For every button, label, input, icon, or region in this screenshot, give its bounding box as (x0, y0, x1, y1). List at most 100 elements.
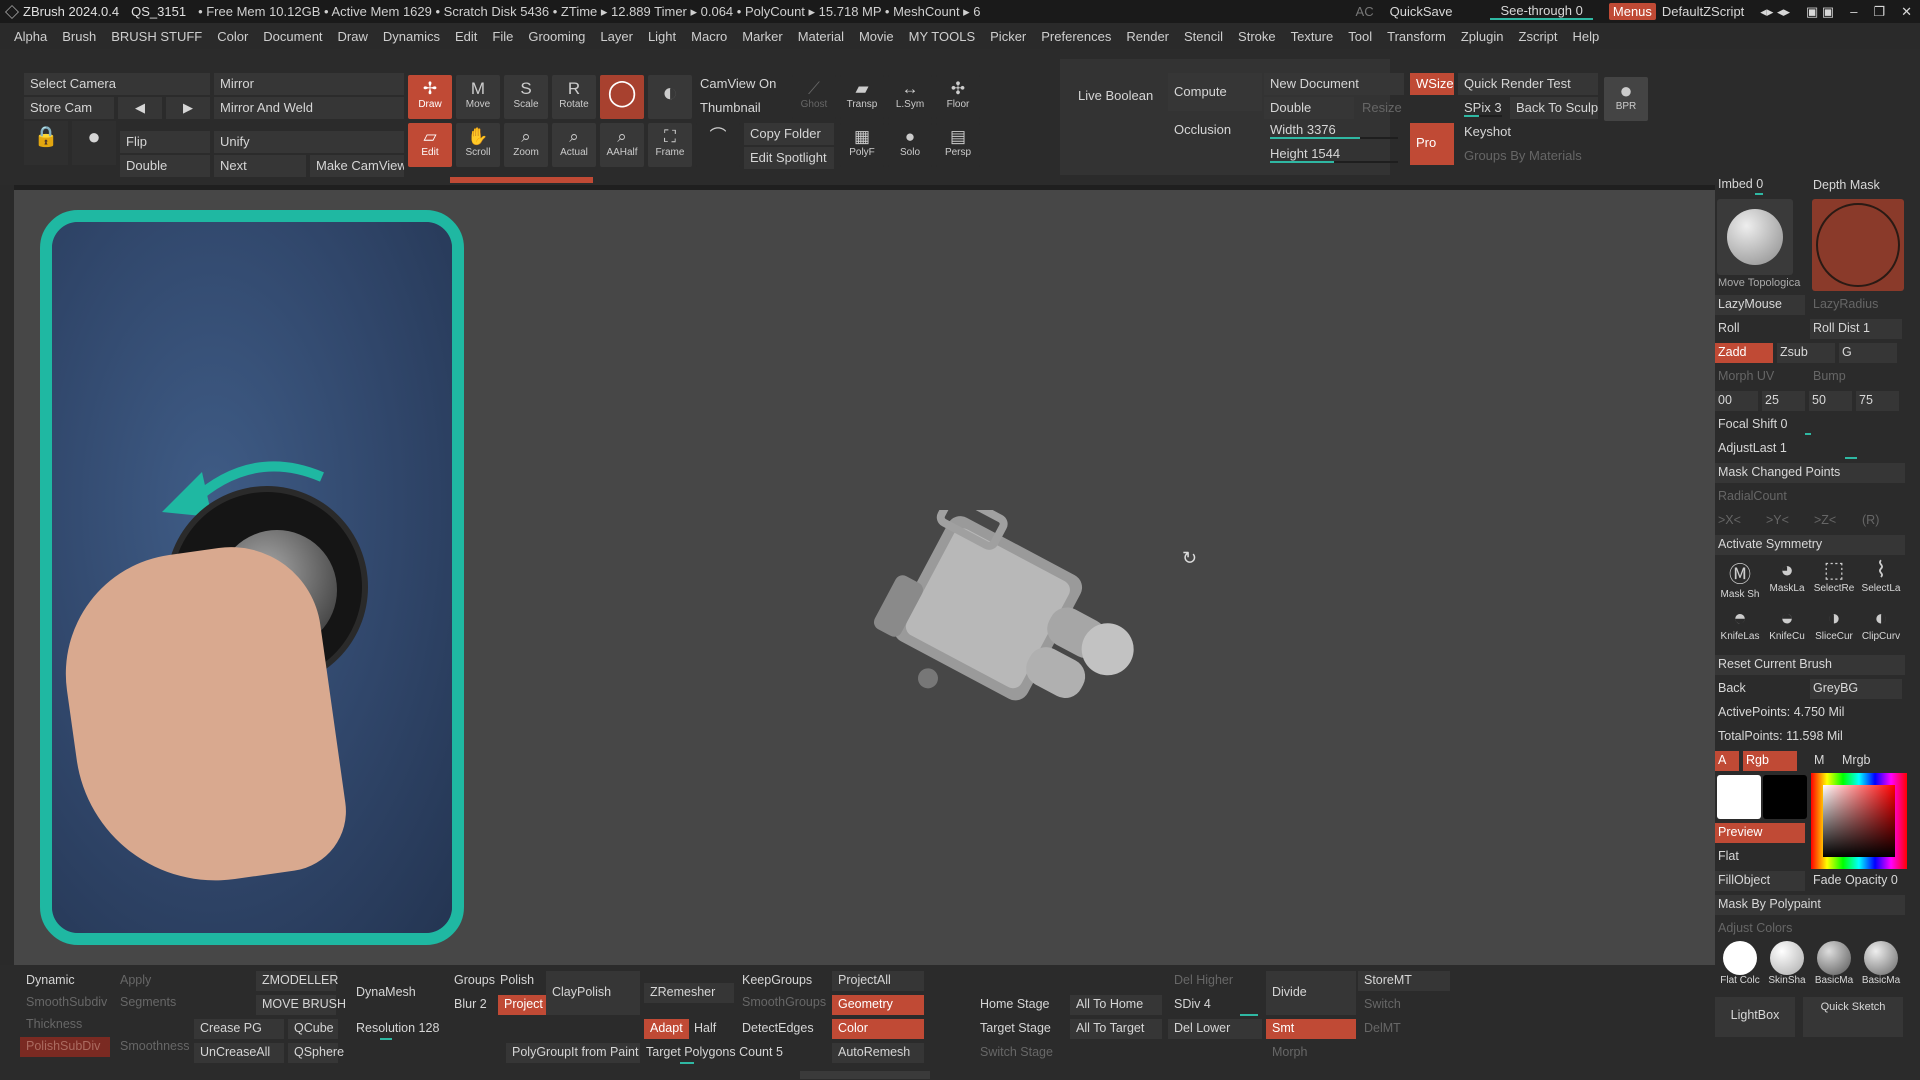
maximize-icon[interactable]: ❐ (1873, 4, 1885, 20)
target-stage-button[interactable]: Target Stage (974, 1019, 1057, 1039)
claypolish-button[interactable]: ClayPolish (546, 971, 640, 1015)
mask-la-brush[interactable]: ◕ MaskLa (1764, 557, 1810, 603)
lazyradius-slider[interactable]: LazyRadius (1810, 295, 1902, 315)
all-to-home-button[interactable]: All To Home (1070, 995, 1162, 1015)
next-button[interactable]: Next (214, 155, 306, 177)
adjust-last-slider[interactable]: AdjustLast 1 (1715, 439, 1905, 459)
primary-color-swatch[interactable] (1717, 775, 1761, 819)
menu-picker[interactable]: Picker (990, 29, 1026, 44)
double-button[interactable]: Double (120, 155, 210, 177)
crease-pg-button[interactable]: Crease PG (194, 1019, 284, 1039)
switch-button[interactable]: Switch (1358, 995, 1407, 1015)
menu-alpha[interactable]: Alpha (14, 29, 47, 44)
roll-button[interactable]: Roll (1715, 319, 1805, 339)
adapt-button[interactable]: Adapt (644, 1019, 689, 1039)
ghost-button[interactable]: ⟋ Ghost (792, 75, 836, 119)
all-to-target-button[interactable]: All To Target (1070, 1019, 1162, 1039)
geometry-button[interactable]: Geometry (832, 995, 924, 1015)
a-toggle[interactable]: A (1715, 751, 1739, 771)
home-stage-button[interactable]: Home Stage (974, 995, 1055, 1015)
live-boolean-button[interactable]: Live Boolean (1072, 85, 1156, 107)
prev-camera-icon[interactable]: ◀ (118, 97, 162, 119)
menu-draw[interactable]: Draw (338, 29, 368, 44)
minimize-icon[interactable]: – (1850, 4, 1857, 19)
polish-button[interactable]: Polish (494, 971, 540, 991)
groups-by-materials-button[interactable]: Groups By Materials (1458, 145, 1598, 167)
flat-button[interactable]: Flat (1715, 847, 1805, 867)
camview-on-button[interactable]: CamView On (694, 73, 790, 95)
menu-zplugin[interactable]: Zplugin (1461, 29, 1504, 44)
focal-shift-slider[interactable]: Focal Shift 0 (1715, 415, 1905, 435)
color-button[interactable]: Color (832, 1019, 924, 1039)
half-button[interactable]: Half (688, 1019, 722, 1039)
next-camera-icon[interactable]: ▶ (166, 97, 210, 119)
mirror-button[interactable]: Mirror (214, 73, 404, 95)
scroll-button[interactable]: ✋ Scroll (456, 123, 500, 167)
zremesher-button[interactable]: ZRemesher (644, 983, 734, 1003)
delmt-button[interactable]: DelMT (1358, 1019, 1407, 1039)
dynamesh-button[interactable]: DynaMesh (350, 983, 422, 1003)
close-icon[interactable]: ✕ (1901, 4, 1912, 20)
menu-render[interactable]: Render (1126, 29, 1169, 44)
menu-stroke[interactable]: Stroke (1238, 29, 1276, 44)
quick-sketch-button[interactable]: Quick Sketch (1803, 997, 1903, 1037)
material-sphere-button[interactable]: ◐ (648, 75, 692, 119)
clip-cu-brush[interactable]: ◐ ClipCurv (1858, 605, 1904, 651)
mask-sh-brush[interactable]: Ⓜ Mask Sh (1717, 557, 1763, 603)
morph-slider[interactable]: Morph (1266, 1043, 1396, 1063)
depth-mask-preview[interactable] (1812, 199, 1904, 291)
projectall-button[interactable]: ProjectAll (832, 971, 924, 991)
solo-button[interactable]: ● Solo (888, 123, 932, 167)
record-button[interactable]: ◯ (600, 75, 644, 119)
bump-slider[interactable]: Bump (1810, 367, 1902, 387)
uncrease-all-button[interactable]: UnCreaseAll (194, 1043, 284, 1063)
m-toggle[interactable]: M (1811, 751, 1831, 771)
polygroupit-button[interactable]: PolyGroupIt from Paint (506, 1043, 640, 1063)
menu-brush[interactable]: Brush (62, 29, 96, 44)
make-camview-button[interactable]: Make CamView (310, 155, 404, 177)
color-saturation-square[interactable] (1823, 785, 1895, 857)
resize-button[interactable]: Resize (1356, 97, 1404, 119)
preset-00-button[interactable]: 00 (1715, 391, 1758, 411)
slice-cu-brush[interactable]: ◑ SliceCur (1811, 605, 1857, 651)
move-mode-button[interactable]: M Move (456, 75, 500, 119)
keepgroups-button[interactable]: KeepGroups (736, 971, 818, 991)
mrgb-toggle[interactable]: Mrgb (1839, 751, 1889, 771)
segments-slider[interactable]: Segments (114, 993, 182, 1013)
default-zscript-button[interactable]: DefaultZScript (1662, 4, 1744, 19)
keyshot-button[interactable]: Keyshot (1458, 121, 1598, 143)
lazymouse-button[interactable]: LazyMouse (1715, 295, 1805, 315)
menu-preferences[interactable]: Preferences (1041, 29, 1111, 44)
menu-edit[interactable]: Edit (455, 29, 477, 44)
polyf-button[interactable]: ▦ PolyF (840, 123, 884, 167)
qsphere-button[interactable]: QSphere (288, 1043, 344, 1063)
zmodeller-button[interactable]: ZMODELLER (256, 971, 338, 991)
secondary-color-swatch[interactable] (1763, 775, 1807, 819)
target-polygons-slider[interactable]: Target Polygons Count 5 (640, 1043, 820, 1063)
activate-symmetry-button[interactable]: Activate Symmetry (1715, 535, 1905, 555)
sym-z-button[interactable]: >Z< (1811, 511, 1855, 531)
persp-button[interactable]: ▤ Persp (936, 123, 980, 167)
g-button[interactable]: G (1839, 343, 1897, 363)
transp-button[interactable]: ▰ Transp (840, 75, 884, 119)
actual-button[interactable]: ⌕ Actual (552, 123, 596, 167)
adjust-colors-button[interactable]: Adjust Colors (1715, 919, 1905, 939)
mirror-and-weld-button[interactable]: Mirror And Weld (214, 97, 404, 119)
back-button[interactable]: Back (1715, 679, 1805, 699)
bottom-tray-handle[interactable] (800, 1071, 930, 1079)
preset-25-button[interactable]: 25 (1762, 391, 1805, 411)
rgb-toggle[interactable]: Rgb (1743, 751, 1797, 771)
document-double-button[interactable]: Double (1264, 97, 1354, 119)
width-slider[interactable]: Width 3376 (1264, 119, 1404, 141)
brush-thumbnail[interactable] (1717, 199, 1793, 275)
dynamic-button[interactable]: Dynamic (20, 971, 81, 991)
unify-button[interactable]: Unify (214, 131, 404, 153)
move-brush-button[interactable]: MOVE BRUSH (256, 995, 346, 1015)
preview-button[interactable]: Preview (1715, 823, 1805, 843)
radial-count-slider[interactable]: RadialCount (1715, 487, 1905, 507)
edit-spotlight-button[interactable]: Edit Spotlight (744, 147, 834, 169)
detect-edges-button[interactable]: DetectEdges (736, 1019, 820, 1039)
store-cam-button[interactable]: Store Cam (24, 97, 114, 119)
sphere-icon[interactable]: ● (72, 121, 116, 165)
lock-camera-icon[interactable]: 🔒 (24, 121, 68, 165)
